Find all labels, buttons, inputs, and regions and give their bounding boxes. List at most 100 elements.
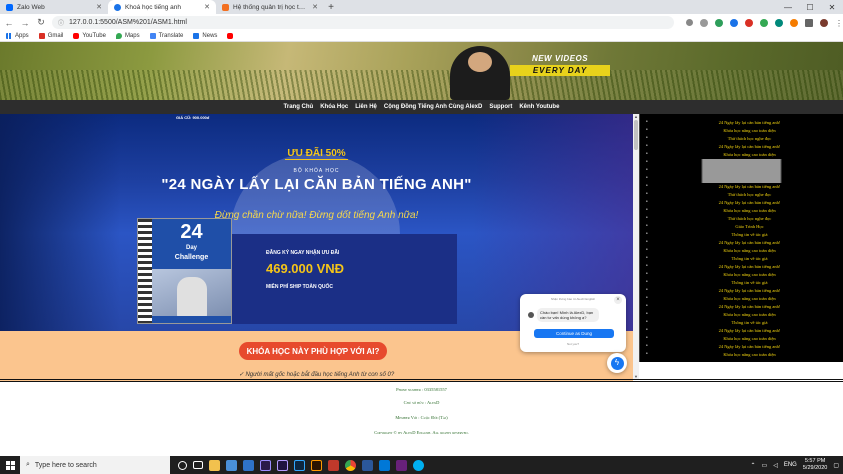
bookmark-translate[interactable]: Translate	[149, 33, 183, 39]
bookmark-news[interactable]: News	[193, 33, 217, 39]
continue-as-button[interactable]: Continue as Dung	[534, 329, 614, 338]
volume-icon[interactable]: ◁	[773, 462, 778, 469]
close-window-icon[interactable]: ✕	[821, 0, 843, 14]
chrome-icon[interactable]	[345, 459, 356, 471]
taskbar-search[interactable]: ⌕ Type here to search	[20, 456, 170, 474]
sidebar-link[interactable]: Thông tin về tác giả	[640, 319, 843, 327]
cortana-icon[interactable]	[178, 460, 187, 470]
word-icon[interactable]	[362, 459, 373, 471]
extension-green-icon[interactable]	[760, 18, 768, 27]
sidebar-link[interactable]: Khóa học nâng cao toàn diện	[640, 247, 843, 255]
sidebar-link[interactable]: Thử thách học nghe đọc	[640, 191, 843, 199]
sidebar-link[interactable]	[640, 159, 843, 167]
scrollbar-thumb[interactable]	[634, 120, 638, 150]
tab-khoa-hoc[interactable]: Khoá học tiếng anh ✕	[108, 0, 216, 14]
extension-shield-icon[interactable]	[715, 18, 723, 27]
bookmark-maps[interactable]: Maps	[115, 33, 140, 39]
minimize-icon[interactable]: —	[777, 0, 799, 14]
reload-icon[interactable]: ↻	[36, 17, 46, 28]
tab-zalo[interactable]: Zalo Web ✕	[0, 0, 108, 14]
sidebar-link[interactable]: 24 Ngày lấy lại căn bản tiếng anh!	[640, 287, 843, 295]
extension-orange-icon[interactable]	[790, 18, 798, 27]
mail-icon[interactable]	[243, 459, 254, 471]
visual-studio-icon[interactable]	[396, 459, 407, 471]
sidebar-link[interactable]: 24 Ngày lấy lại căn bản tiếng anh!	[640, 263, 843, 271]
sidebar-link[interactable]: 24 Ngày lấy lại căn bản tiếng anh!	[640, 119, 843, 127]
close-icon[interactable]: ✕	[312, 3, 318, 11]
bookmark-youtube-2[interactable]	[227, 33, 234, 39]
sidebar-link[interactable]: 24 Ngày lấy lại căn bản tiếng anh!	[640, 199, 843, 207]
windows-start-icon[interactable]	[0, 456, 20, 474]
sidebar-link[interactable]: Thử thách học nghe đọc	[640, 135, 843, 143]
new-tab-button[interactable]: +	[324, 0, 338, 14]
book-number: 24	[180, 221, 203, 243]
after-effects-icon[interactable]	[277, 459, 288, 471]
notifications-icon[interactable]: ▢	[833, 462, 839, 469]
clock[interactable]: 5:57 PM 5/29/2020	[803, 458, 827, 472]
forward-icon[interactable]: →	[20, 18, 30, 28]
sidebar-link[interactable]: Thông tin về tác giả	[640, 255, 843, 263]
sidebar-link[interactable]: 24 Ngày lấy lại căn bản tiếng anh!	[640, 343, 843, 351]
sidebar-link[interactable]: Khóa học nâng cao toàn diện	[640, 351, 843, 359]
extension-blue-icon[interactable]	[730, 18, 738, 27]
close-icon[interactable]: ✕	[204, 3, 210, 11]
sidebar-link[interactable]: 24 Ngày lấy lại căn bản tiếng anh!	[640, 239, 843, 247]
sidebar-link[interactable]: 24 Ngày lấy lại căn bản tiếng anh!	[640, 143, 843, 151]
sidebar-link[interactable]: Khóa học nâng cao toàn diện	[640, 127, 843, 135]
sidebar-link[interactable]: Khóa học nâng cao toàn diện	[640, 295, 843, 303]
bookmark-youtube[interactable]: YouTube	[73, 33, 106, 39]
bookmark-gmail[interactable]: Gmail	[38, 33, 63, 39]
sidebar-link[interactable]: 24 Ngày lấy lại căn bản tiếng anh!	[640, 183, 843, 191]
menu-item-cong-dong[interactable]: Cộng Đồng Tiếng Anh Cùng AlexD	[384, 104, 482, 110]
search-icon[interactable]	[686, 19, 693, 26]
profile-avatar[interactable]	[820, 18, 828, 27]
skype-icon[interactable]	[413, 459, 424, 471]
back-icon[interactable]: ←	[4, 18, 14, 28]
kebab-menu-icon[interactable]: ⋮	[835, 19, 843, 28]
course-fit-button[interactable]: KHÓA HỌC NÀY PHÙ HỢP VỚI AI?	[239, 342, 387, 360]
book-photo	[152, 269, 231, 317]
sidebar-link[interactable]	[640, 167, 843, 175]
sidebar-link[interactable]: Khóa học nâng cao toàn diện	[640, 271, 843, 279]
messenger-chat-button[interactable]: ϟ	[607, 353, 627, 373]
menu-item-lien-he[interactable]: Liên Hệ	[355, 104, 377, 110]
sidebar-link[interactable]: 24 Ngày lấy lại căn bản tiếng anh!	[640, 303, 843, 311]
store-icon[interactable]	[226, 459, 237, 471]
address-bar[interactable]: ⓘ 127.0.0.1:5500/ASM%201/ASM1.html	[52, 16, 674, 29]
tray-chevron-icon[interactable]: ⌃	[751, 462, 756, 469]
photoshop-icon[interactable]	[294, 459, 305, 471]
menu-item-khoa-hoc[interactable]: Khóa Học	[320, 104, 348, 110]
premiere-icon[interactable]	[260, 459, 271, 471]
close-icon[interactable]: ✕	[96, 3, 102, 11]
app-red-icon[interactable]	[328, 459, 339, 471]
extension-teal-icon[interactable]	[775, 18, 783, 27]
sidebar-link[interactable]	[640, 175, 843, 183]
network-icon[interactable]: ▭	[762, 462, 768, 469]
sidebar-link[interactable]: Thông tin về tác giả	[640, 279, 843, 287]
sidebar-link[interactable]: Khóa học nâng cao toàn diện	[640, 335, 843, 343]
file-explorer-icon[interactable]	[209, 459, 220, 471]
language-indicator[interactable]: ENG	[784, 462, 797, 468]
tab-fpt[interactable]: Hệ thống quản trị học tập Fpt Fr ✕	[216, 0, 324, 14]
sidebar-link[interactable]: Khóa học nâng cao toàn diện	[640, 151, 843, 159]
sidebar-link[interactable]: Khóa học nâng cao toàn diện	[640, 207, 843, 215]
sidebar-link[interactable]: Giáo Trình Học	[640, 223, 843, 231]
sidebar-link[interactable]: Khóa học nâng cao toàn diện	[640, 311, 843, 319]
sidebar-link[interactable]: Thông tin về tác giả	[640, 231, 843, 239]
illustrator-icon[interactable]	[311, 459, 322, 471]
extension-red-icon[interactable]	[745, 18, 753, 27]
extensions-menu-icon[interactable]	[805, 18, 813, 27]
close-icon[interactable]: ×	[614, 296, 622, 304]
bookmark-apps[interactable]: Apps	[6, 33, 29, 39]
maximize-icon[interactable]: ☐	[799, 0, 821, 14]
sidebar-link[interactable]: Thử thách học nghe đọc	[640, 215, 843, 223]
not-you-link[interactable]: Not you?	[520, 342, 626, 346]
menu-item-trang-chu[interactable]: Trang Chủ	[284, 104, 314, 110]
menu-item-kenh-youtube[interactable]: Kênh Youtube	[519, 104, 559, 110]
bookmark-label: Apps	[15, 33, 29, 39]
vscode-icon[interactable]	[379, 459, 390, 471]
task-view-icon[interactable]	[193, 461, 203, 469]
sidebar-link[interactable]: 24 Ngày lấy lại căn bản tiếng anh!	[640, 327, 843, 335]
star-icon[interactable]	[700, 18, 708, 27]
menu-item-support[interactable]: Support	[489, 104, 512, 110]
